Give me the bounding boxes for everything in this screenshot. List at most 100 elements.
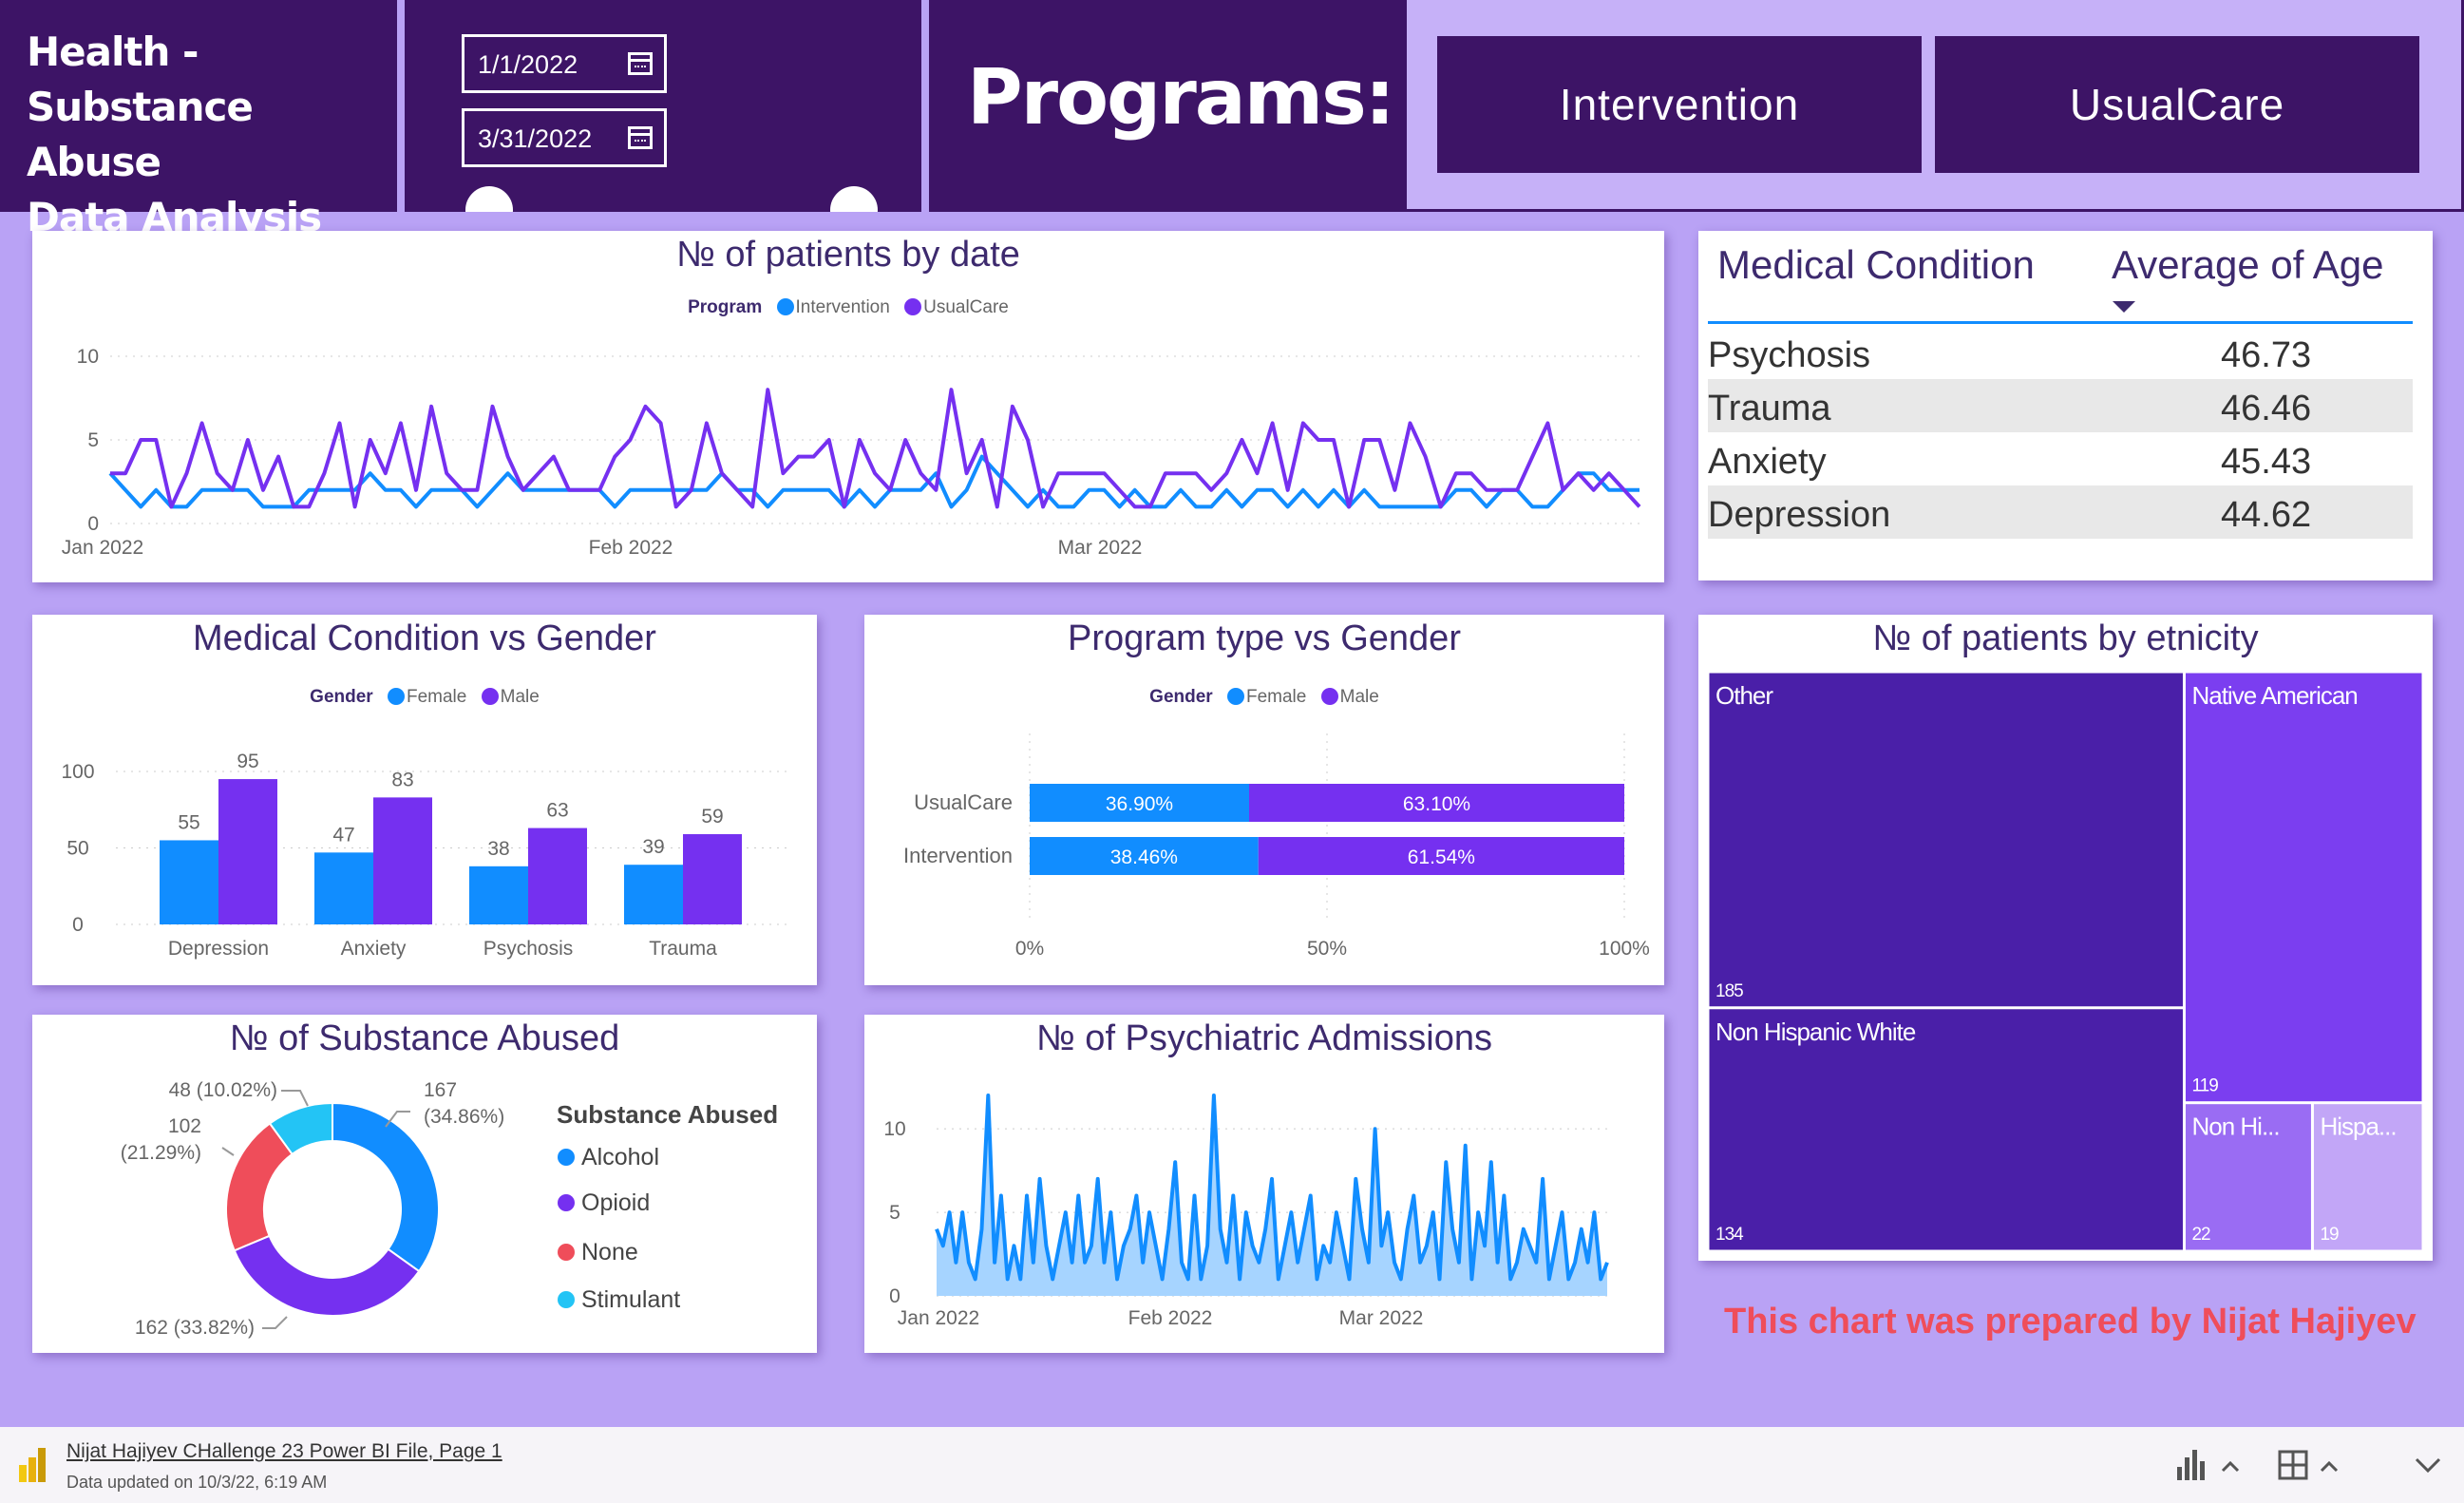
legend-label: Opioid	[581, 1189, 650, 1216]
program-slicer: Intervention UsualCare	[1404, 0, 2464, 212]
condition-vs-gender-plot: 0 50 100 55 95 Depression 47 83 Anxiety 38 63 Psych…	[61, 751, 792, 960]
y-tick-label: 50	[66, 838, 88, 860]
donut-slice-none	[225, 1122, 294, 1252]
treemap-value: 185	[1715, 981, 1743, 1001]
calendar-icon[interactable]	[628, 52, 653, 75]
calendar-icon[interactable]	[628, 126, 653, 149]
program-vs-gender-plot: 0% 50% 100% UsualCare 36.90% 63.10% Interventi…	[903, 733, 1650, 960]
y-tick-label: 10	[77, 346, 99, 368]
legend-dot-opioid	[558, 1194, 575, 1211]
y-category-label: Intervention	[903, 844, 1013, 867]
ethnicity-treemap: Other 185 Non Hispanic White 134 Native Amer…	[1709, 673, 2422, 1250]
visual-layout-icon[interactable]	[2173, 1446, 2249, 1484]
program-button-usualcare[interactable]: UsualCare	[1935, 36, 2419, 173]
data-label: 55	[178, 811, 199, 833]
cell-average-age: 45.43	[2221, 442, 2312, 482]
data-label: 38	[487, 838, 509, 860]
data-label: (34.86%)	[424, 1106, 504, 1128]
legend-title: Substance Abused	[557, 1100, 778, 1129]
data-label: (21.29%)	[121, 1142, 201, 1164]
patients-by-date-card[interactable]: № of patients by date Program Interventi…	[32, 231, 1664, 582]
leader-line	[262, 1316, 288, 1329]
y-tick-label: 0	[72, 914, 84, 936]
treemap-label: Native American	[2191, 681, 2357, 710]
start-date-value: 1/1/2022	[478, 50, 578, 79]
data-label: 48 (10.02%)	[169, 1079, 277, 1101]
bar-male	[683, 834, 742, 924]
end-date-value: 3/31/2022	[478, 124, 593, 153]
x-tick-label: Mar 2022	[1058, 537, 1143, 559]
range-slider-start-handle[interactable]	[465, 186, 513, 212]
x-tick-label: Psychosis	[483, 938, 574, 960]
cell-average-age: 44.62	[2221, 495, 2312, 535]
y-tick-label: 5	[889, 1202, 900, 1224]
report-file-link[interactable]: Nijat Hajiyev CHallenge 23 Power BI File…	[66, 1440, 502, 1463]
fit-to-page-icon[interactable]	[2276, 1446, 2352, 1484]
date-range-slicer: 1/1/2022 3/31/2022	[405, 0, 925, 212]
data-label: 38.46%	[1110, 847, 1178, 868]
status-footer: Nijat Hajiyev CHallenge 23 Power BI File…	[0, 1427, 2464, 1503]
x-tick-label: Mar 2022	[1339, 1307, 1424, 1329]
average-age-table: Medical Condition Average of Age Psychos…	[1698, 231, 2433, 580]
program-vs-gender-card[interactable]: Program type vs Gender Gender Female Mal…	[864, 615, 1664, 985]
programs-label: Programs:	[967, 53, 1395, 142]
cell-average-age: 46.46	[2221, 389, 2312, 428]
y-tick-label: 100	[61, 761, 94, 783]
cell-condition: Anxiety	[1708, 442, 1827, 482]
admissions-area-chart: 0 5 10 Jan 2022 Feb 2022 Mar 2022	[883, 1094, 1609, 1329]
substance-donut-chart: 167 (34.86%) 162 (33.82%) 102 (21.29%) 48 (10…	[121, 1079, 778, 1339]
start-date-input[interactable]: 1/1/2022	[462, 34, 667, 93]
y-tick-label: 0	[87, 513, 99, 535]
report-title-line-1: Health -	[27, 29, 199, 75]
data-label: 95	[237, 751, 258, 772]
end-date-input[interactable]: 3/31/2022	[462, 108, 667, 167]
x-tick-label: 100%	[1599, 938, 1650, 960]
bar-male	[218, 779, 277, 924]
legend-dot-stimulant	[558, 1291, 575, 1308]
data-label: 59	[701, 806, 723, 828]
table-row[interactable]: Psychosis 46.73	[1708, 326, 2413, 379]
x-tick-label: Feb 2022	[1128, 1307, 1213, 1329]
data-label: 63	[546, 800, 568, 822]
treemap-value: 134	[1715, 1225, 1744, 1245]
data-label: 102	[168, 1115, 201, 1137]
data-label: 61.54%	[1408, 847, 1475, 868]
data-label: 39	[642, 836, 664, 858]
cell-average-age: 46.73	[2221, 335, 2312, 375]
table-row[interactable]: Trauma 46.46	[1708, 379, 2413, 432]
leader-line	[221, 1147, 235, 1156]
condition-vs-gender-card[interactable]: Medical Condition vs Gender Gender Femal…	[32, 615, 817, 985]
author-credit: This chart was prepared by Nijat Hajiyev	[1724, 1302, 2417, 1341]
chevron-down-icon[interactable]	[2409, 1446, 2447, 1484]
x-tick-label: 50%	[1307, 938, 1347, 960]
ethnicity-treemap-card[interactable]: № of patients by etnicity Other 185 Non Hi…	[1698, 615, 2433, 1261]
substance-abused-card[interactable]: № of Substance Abused 167 (34.86%) 162 (33…	[32, 1015, 817, 1353]
y-category-label: UsualCare	[914, 790, 1013, 814]
bar-male	[373, 797, 432, 924]
power-bi-logo-icon	[19, 1448, 46, 1482]
donut-slice-alcohol	[332, 1101, 440, 1273]
bar-female	[469, 866, 528, 924]
x-tick-label: Anxiety	[341, 938, 407, 960]
range-slider-end-handle[interactable]	[830, 186, 878, 212]
treemap-tile-native-american	[2185, 673, 2422, 1102]
patients-by-date-plot: 0 5 10 Jan 2022 Feb 2022 Mar 2022	[62, 346, 1641, 559]
sort-descending-icon[interactable]	[2105, 295, 2143, 318]
column-header-condition[interactable]: Medical Condition	[1717, 242, 2035, 288]
report-title-line-2: Substance Abuse	[27, 84, 254, 185]
y-tick-label: 10	[883, 1118, 905, 1140]
column-header-average-age[interactable]: Average of Age	[2112, 242, 2383, 288]
bar-female	[314, 852, 373, 924]
x-tick-label: Feb 2022	[589, 537, 673, 559]
report-title-panel: Health - Substance Abuse Data Analysis	[0, 0, 401, 240]
legend-label: Stimulant	[581, 1286, 680, 1313]
data-label: 83	[391, 769, 413, 790]
program-button-intervention[interactable]: Intervention	[1437, 36, 1922, 173]
x-tick-label: Jan 2022	[62, 537, 143, 559]
table-row[interactable]: Depression 44.62	[1708, 485, 2413, 539]
psychiatric-admissions-card[interactable]: № of Psychiatric Admissions 0 5 10 Jan 2022…	[864, 1015, 1664, 1353]
treemap-label: Other	[1715, 681, 1773, 710]
table-row[interactable]: Anxiety 45.43	[1708, 432, 2413, 485]
legend-label: Alcohol	[581, 1144, 659, 1170]
treemap-label: Non Hispanic White	[1715, 1018, 1916, 1046]
